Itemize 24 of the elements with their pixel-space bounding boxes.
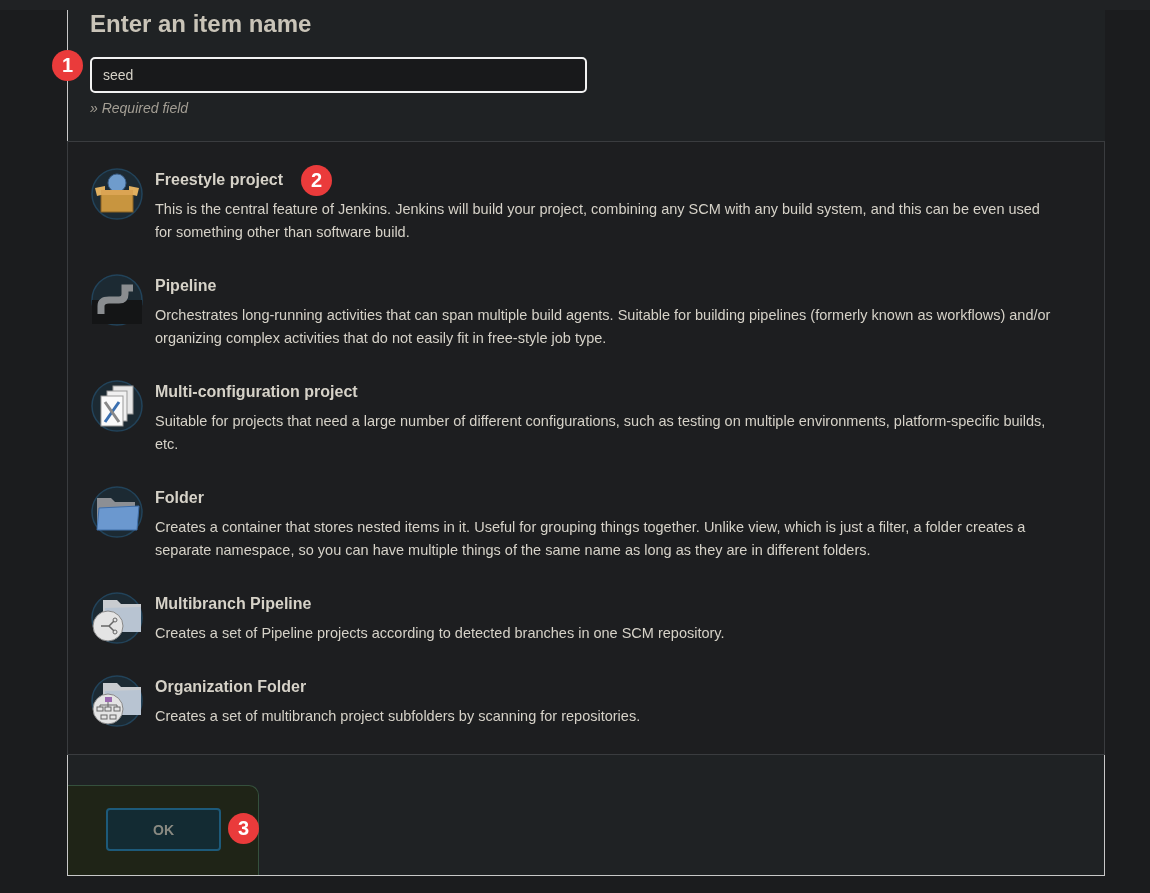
item-type-title[interactable]: Organization Folder [155,678,307,696]
item-type-description: Creates a set of Pipeline projects according to detected branches in one SCM repository. [155,624,726,643]
folder-icon[interactable] [91,486,143,538]
box-icon[interactable] [91,168,143,220]
item-type-description: Orchestrates long-running activities that can span multiple build agents. Suitable for building pipelines (formerly known as workflows) and/or organizing complex activities that do not easily fit in free-style job type. [155,306,1052,348]
item-type-description: Creates a set of multibranch project subfolders by scanning for repositories. [155,707,642,726]
item-name-field[interactable]: seed [90,57,587,93]
annotation-badge: 3 [228,813,259,844]
item-type-description: Suitable for projects that need a large number of different configurations, such as testing on multiple environments, platform-specific builds, etc. [155,412,1047,454]
annotation-badge: 2 [301,164,333,196]
item-type-title[interactable]: Folder [155,489,204,507]
branch-folder-icon[interactable] [91,592,143,644]
item-type-description: This is the central feature of Jenkins. Jenkins will build your project, combining any SCM with any build system, and this can be even used for something other than software build. [155,200,1041,242]
required-field-hint: » Required field [90,100,190,116]
annotation-badge: 1 [52,50,83,81]
pipe-icon[interactable] [91,274,143,326]
tools-document-icon[interactable] [91,380,143,432]
item-type-title[interactable]: Pipeline [155,277,217,295]
item-type-description: Creates a container that stores nested items in it. Useful for grouping things together. Unlike view, which is just a filter, a folder creates a separate namespace, so you can have multiple things of the same name as long as they are in different folders. [155,518,1027,560]
page-heading: Enter an item name [90,10,313,38]
item-type-title[interactable]: Multi-configuration project [155,383,358,401]
item-type-title[interactable]: Multibranch Pipeline [155,595,312,613]
item-type-title[interactable]: Freestyle project [155,171,284,189]
org-chart-folder-icon[interactable] [91,675,143,727]
